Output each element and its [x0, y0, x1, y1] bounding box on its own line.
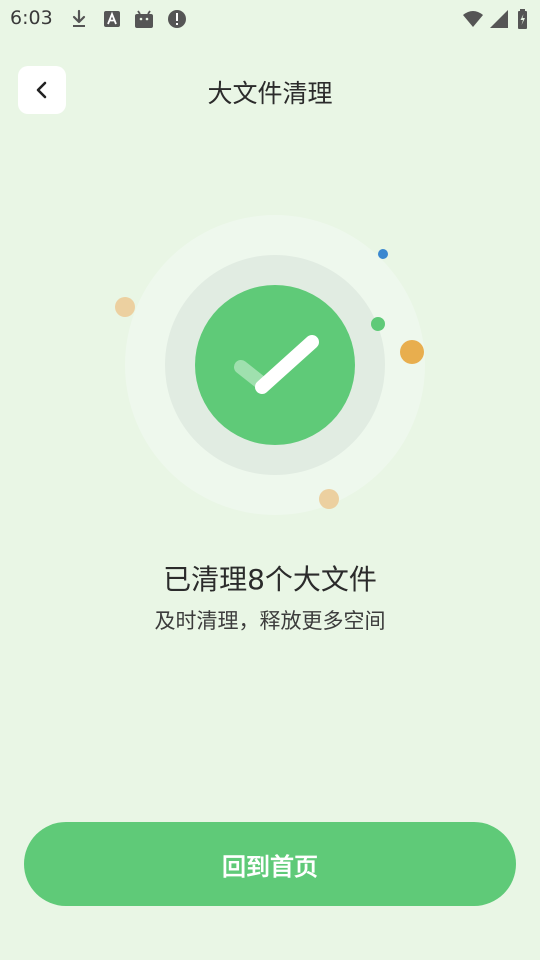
text-a-icon — [104, 11, 120, 27]
result-title: 已清理8个大文件 — [163, 563, 377, 596]
alert-icon — [168, 10, 186, 28]
decor-dot-blue — [378, 249, 388, 259]
decor-dot-orange — [400, 340, 424, 364]
cell-signal-icon — [490, 10, 508, 28]
download-icon — [72, 9, 86, 27]
page-title: 大文件清理 — [207, 79, 333, 108]
android-icon — [135, 10, 153, 28]
result-subtitle: 及时清理，释放更多空间 — [154, 609, 386, 633]
success-illustration — [115, 215, 425, 515]
decor-dot-tan-bottom — [319, 489, 339, 509]
check-circle — [195, 285, 355, 445]
decor-dot-tan-left — [115, 297, 135, 317]
home-button-label: 回到首页 — [222, 852, 318, 881]
wifi-icon — [463, 11, 483, 27]
status-bar: 6:03 — [0, 0, 540, 38]
battery-charging-icon — [518, 9, 527, 29]
home-button[interactable]: 回到首页 — [24, 822, 516, 906]
decor-dot-green — [371, 317, 385, 331]
status-time: 6:03 — [10, 7, 53, 29]
